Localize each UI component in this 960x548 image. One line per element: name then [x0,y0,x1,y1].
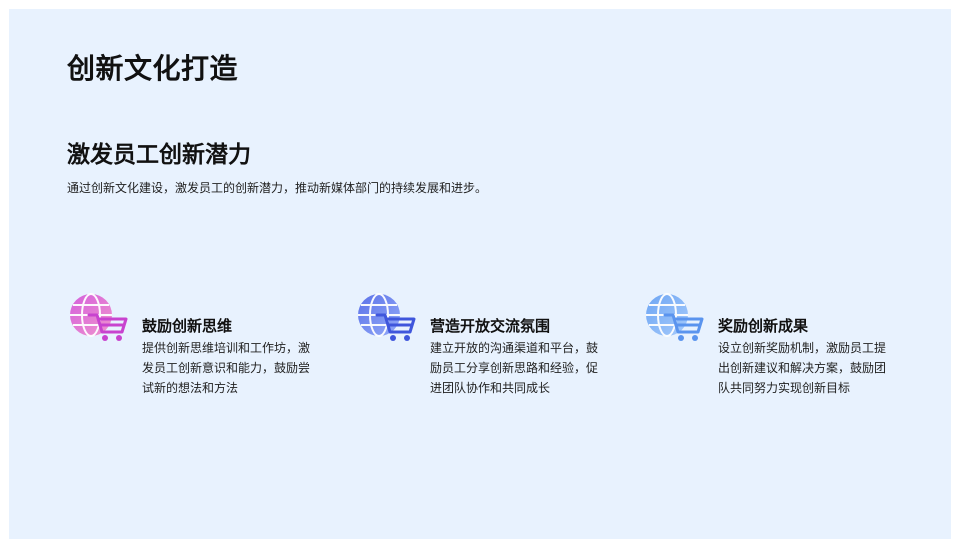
card-description: 建立开放的沟通渠道和平台，鼓励员工分享创新思路和经验，促进团队协作和共同成长 [430,341,599,395]
globe-cart-icon [67,291,129,345]
card-title: 营造开放交流氛围 [430,317,551,335]
globe-cart-icon [643,291,705,345]
slide: 创新文化打造 激发员工创新潜力 通过创新文化建设，激发员工的创新潜力，推动新媒体… [9,9,951,539]
card-title: 鼓励创新思维 [142,317,233,335]
card-description: 设立创新奖励机制，激励员工提出创新建议和解决方案，鼓励团队共同努力实现创新目标 [718,341,887,395]
card-open-communication: 营造开放交流氛围 建立开放的沟通渠道和平台，鼓励员工分享创新思路和经验，促进团队… [355,291,625,395]
card-title: 奖励创新成果 [718,317,809,335]
card-description: 提供创新思维培训和工作坊，激发员工创新意识和能力，鼓励尝试新的想法和方法 [142,341,311,395]
card-reward-innovation: 奖励创新成果 设立创新奖励机制，激励员工提出创新建议和解决方案，鼓励团队共同努力… [643,291,913,395]
globe-cart-icon [355,291,417,345]
page-title: 创新文化打造 [67,52,239,85]
card-encourage-thinking: 鼓励创新思维 提供创新思维培训和工作坊，激发员工创新意识和能力，鼓励尝试新的想法… [67,291,337,395]
section-description: 通过创新文化建设，激发员工的创新潜力，推动新媒体部门的持续发展和进步。 [67,181,488,195]
section-title: 激发员工创新潜力 [67,142,251,168]
